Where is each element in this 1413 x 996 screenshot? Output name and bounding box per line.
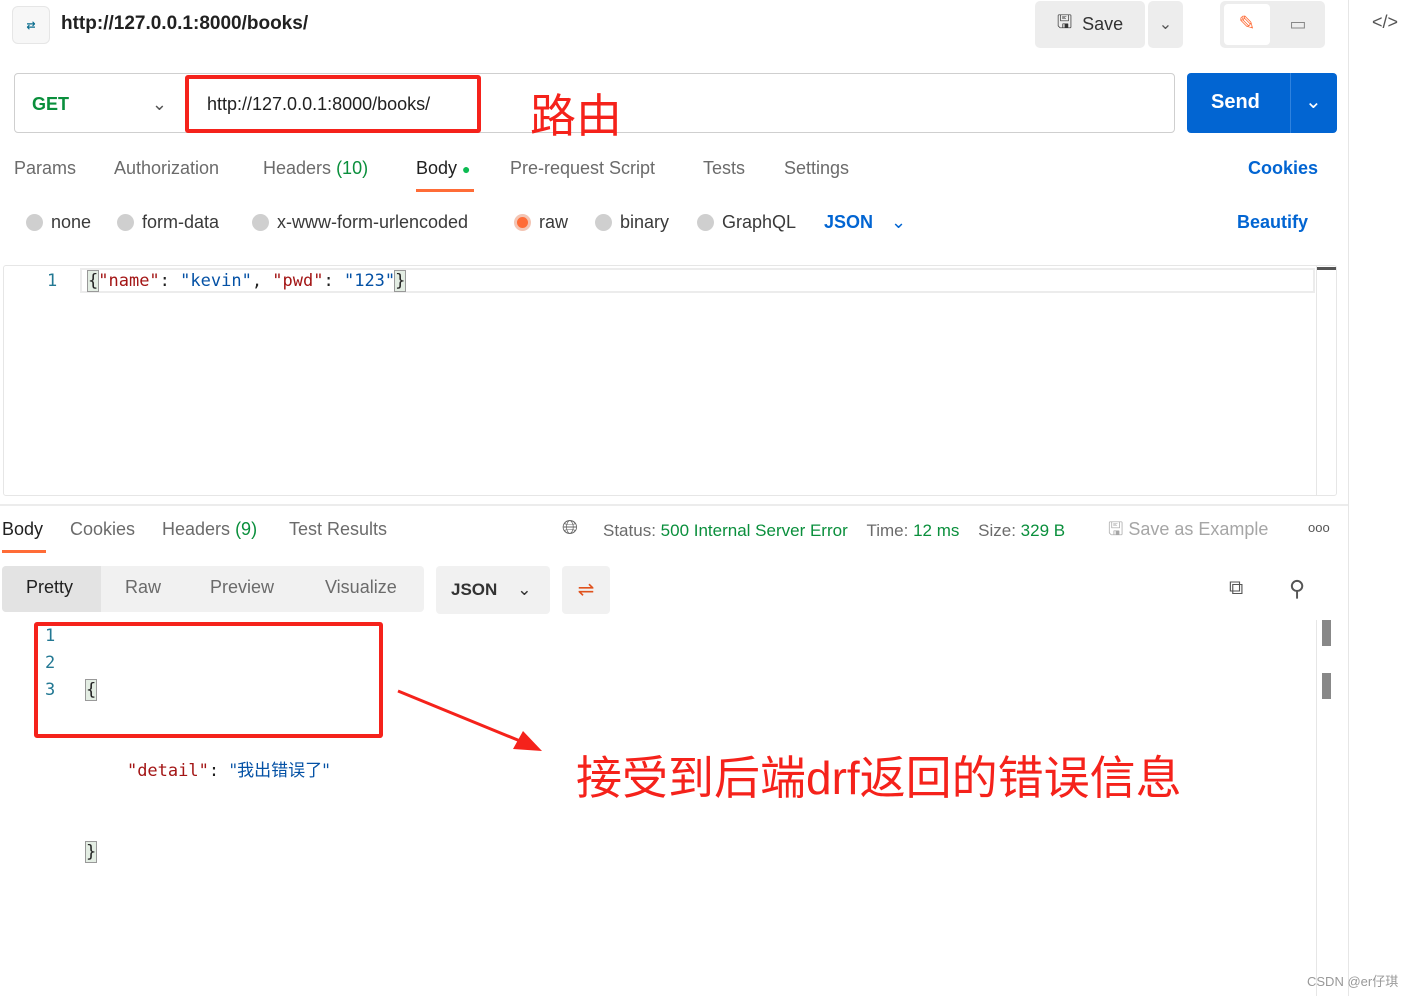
code-icon[interactable]: </> <box>1372 12 1398 33</box>
view-raw[interactable]: Raw <box>125 577 161 598</box>
tab-body[interactable]: Body ● <box>416 158 471 179</box>
response-status: Status: 500 Internal Server Error Time: … <box>603 521 1066 540</box>
save-dropdown[interactable]: ⌄ <box>1148 1 1183 48</box>
active-tab-indicator <box>2 550 46 553</box>
error-annotation: 接受到后端drf返回的错误信息 <box>576 752 1182 804</box>
scrollbar-thumb[interactable] <box>1322 620 1331 646</box>
radio-x-www-form-urlencoded[interactable]: x-www-form-urlencoded <box>252 212 468 233</box>
pane-divider[interactable] <box>0 504 1348 506</box>
save-as-example-button[interactable]: 🖫 Save as Example <box>1108 517 1268 547</box>
radio-form-data[interactable]: form-data <box>117 212 219 233</box>
radio-binary[interactable]: binary <box>595 212 669 233</box>
tab-pre-request-script[interactable]: Pre-request Script <box>510 158 655 179</box>
response-tab-body[interactable]: Body <box>2 519 43 540</box>
scrollbar-thumb[interactable] <box>1322 673 1331 699</box>
chevron-down-icon: ⌄ <box>1305 91 1322 113</box>
view-pretty[interactable]: Pretty <box>26 577 73 598</box>
tab-authorization[interactable]: Authorization <box>114 158 219 179</box>
comment-icon[interactable]: ▭ <box>1278 4 1318 45</box>
method-select[interactable]: GET ⌄ <box>32 94 167 115</box>
tab-tests[interactable]: Tests <box>703 158 745 179</box>
http-icon: ⇄ <box>12 6 50 44</box>
chevron-down-icon: ⌄ <box>151 94 167 114</box>
editor-scrollbar[interactable] <box>1316 266 1336 496</box>
response-highlight-box <box>34 622 383 738</box>
wrap-lines-icon[interactable]: ⇌ <box>562 566 610 614</box>
tab-params[interactable]: Params <box>14 158 76 179</box>
save-icon: 🖫 <box>1056 11 1073 32</box>
radio-none[interactable]: none <box>26 212 91 233</box>
chevron-down-icon: ⌄ <box>517 580 532 599</box>
body-format-select[interactable]: JSON ⌄ <box>824 212 906 233</box>
line-number: 1 <box>47 271 58 291</box>
watermark: CSDN @er仔琪 <box>1307 974 1399 989</box>
tab-headers[interactable]: Headers (10) <box>263 158 368 179</box>
url-highlight-box <box>185 75 481 133</box>
radio-graphql[interactable]: GraphQL <box>697 212 796 233</box>
view-preview[interactable]: Preview <box>210 577 274 598</box>
request-body-code: {"name": "kevin", "pwd": "123"} <box>86 270 407 292</box>
route-annotation: 路由 <box>530 90 622 142</box>
search-icon[interactable]: ⚲ <box>1289 576 1305 602</box>
copy-icon[interactable]: ⧉ <box>1229 577 1243 600</box>
beautify-button[interactable]: Beautify <box>1237 212 1308 233</box>
chevron-down-icon: ⌄ <box>891 212 907 232</box>
tab-settings[interactable]: Settings <box>784 158 849 179</box>
sidebar-divider <box>1348 0 1349 996</box>
response-tab-headers[interactable]: Headers (9) <box>162 519 257 540</box>
more-options-icon[interactable]: ooo <box>1308 520 1330 535</box>
edit-icon[interactable]: ✎ <box>1224 4 1270 45</box>
response-format-select[interactable]: JSON ⌄ <box>436 566 550 614</box>
save-icon: 🖫 <box>1108 519 1124 539</box>
globe-icon[interactable]: 🌐︎ <box>562 517 578 540</box>
active-tab-indicator <box>416 189 474 192</box>
save-button[interactable]: 🖫 Save <box>1035 1 1145 48</box>
view-visualize[interactable]: Visualize <box>325 577 397 598</box>
radio-raw[interactable]: raw <box>514 212 568 233</box>
cookies-link[interactable]: Cookies <box>1248 158 1318 179</box>
send-button[interactable]: Send ⌄ <box>1187 73 1337 133</box>
request-body-editor[interactable] <box>3 265 1337 496</box>
request-title: http://127.0.0.1:8000/books/ <box>61 13 309 34</box>
response-tab-test-results[interactable]: Test Results <box>289 519 387 540</box>
mode-toggle: ✎ ▭ <box>1220 1 1325 48</box>
arrow-annotation <box>397 689 542 751</box>
response-tab-cookies[interactable]: Cookies <box>70 519 135 540</box>
editor-divider <box>1316 620 1317 996</box>
